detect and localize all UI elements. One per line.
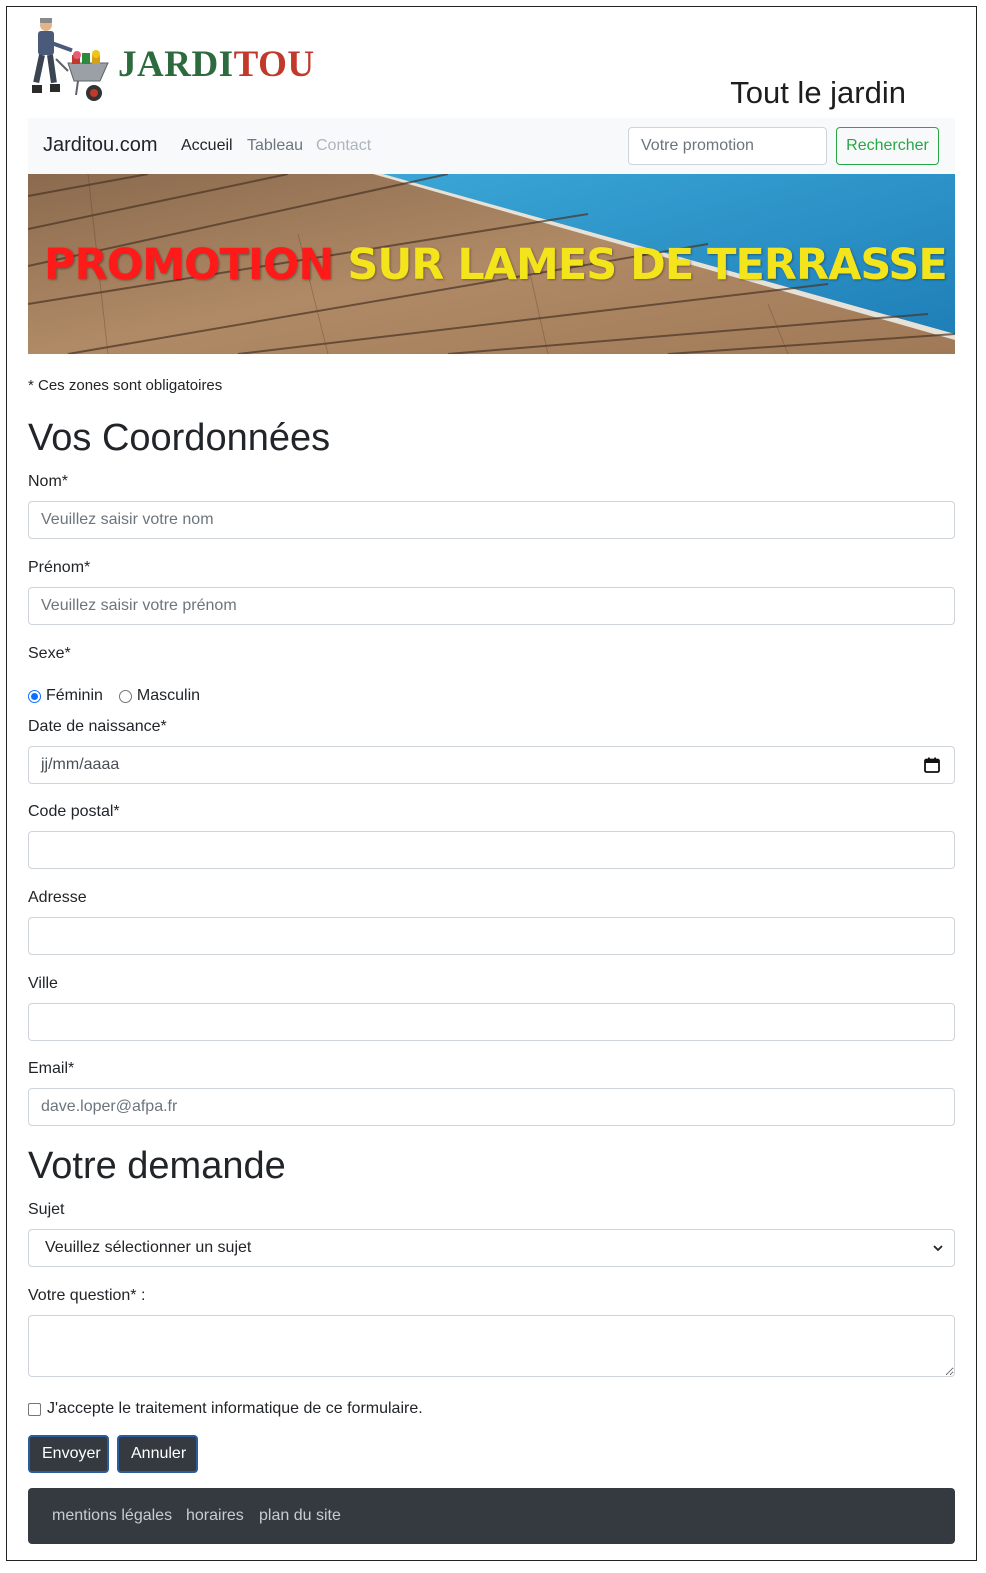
logo-text: JARDITOU	[118, 43, 315, 86]
nom-label: Nom*	[28, 473, 69, 490]
code-postal-label: Code postal*	[28, 803, 120, 820]
ville-label: Ville	[28, 975, 58, 992]
sujet-label: Sujet	[28, 1201, 65, 1218]
section-title-demande: Votre demande	[28, 1145, 286, 1187]
adresse-input[interactable]	[28, 917, 955, 955]
nav-link-accueil[interactable]: Accueil	[181, 137, 233, 155]
date-naissance-label: Date de naissance*	[28, 718, 167, 735]
email-input[interactable]	[28, 1088, 955, 1126]
cancel-button[interactable]: Annuler	[117, 1435, 198, 1473]
sexe-label: Sexe*	[28, 645, 71, 662]
sujet-selected-value: Veuillez sélectionner un sujet	[45, 1239, 252, 1256]
logo-text-green: JARDI	[118, 44, 234, 85]
footer: mentions légales horaires plan du site	[28, 1488, 955, 1544]
ville-input[interactable]	[28, 1003, 955, 1041]
question-label: Votre question* :	[28, 1287, 146, 1304]
nom-input[interactable]	[28, 501, 955, 539]
required-note: * Ces zones sont obligatoires	[28, 377, 223, 394]
date-naissance-input[interactable]: jj/mm/aaaa	[28, 746, 955, 784]
radio-masculin[interactable]	[118, 689, 132, 703]
radio-feminin-label[interactable]: Féminin	[46, 687, 103, 705]
nav-link-tableau[interactable]: Tableau	[247, 137, 303, 155]
question-textarea[interactable]	[28, 1315, 955, 1377]
banner-text-red: PROMOTION	[44, 240, 334, 290]
logo-text-red: TOU	[233, 44, 315, 85]
consent-checkbox[interactable]	[28, 1402, 41, 1416]
submit-button[interactable]: Envoyer	[28, 1435, 109, 1473]
adresse-label: Adresse	[28, 889, 87, 906]
radio-feminin[interactable]	[28, 689, 41, 703]
email-label: Email*	[28, 1060, 75, 1077]
banner-text-yellow: SUR LAMES DE TERRASSE	[347, 240, 947, 290]
consent-label[interactable]: J'accepte le traitement informatique de …	[47, 1400, 423, 1418]
prenom-input[interactable]	[28, 587, 955, 625]
calendar-icon[interactable]	[924, 757, 940, 773]
sujet-select[interactable]: Veuillez sélectionner un sujet	[28, 1229, 955, 1267]
promo-banner: PROMOTION SUR LAMES DE TERRASSE	[28, 174, 955, 354]
search-button[interactable]: Rechercher	[836, 127, 939, 165]
chevron-down-icon	[933, 1245, 943, 1252]
code-postal-input[interactable]	[28, 831, 955, 869]
nav-link-contact: Contact	[316, 137, 372, 154]
logo[interactable]: JARDITOU	[28, 15, 318, 107]
gardener-wheelbarrow-icon	[32, 18, 109, 101]
banner-headline: PROMOTION SUR LAMES DE TERRASSE	[44, 240, 948, 290]
footer-link-horaires[interactable]: horaires	[186, 1507, 244, 1525]
prenom-label: Prénom*	[28, 559, 91, 576]
radio-masculin-label[interactable]: Masculin	[137, 687, 200, 705]
footer-link-mentions[interactable]: mentions légales	[52, 1507, 172, 1525]
date-placeholder: jj/mm/aaaa	[41, 756, 120, 773]
footer-link-plan[interactable]: plan du site	[259, 1507, 341, 1525]
search-input[interactable]	[628, 127, 827, 165]
tagline: Tout le jardin	[730, 75, 906, 110]
sexe-radio-group: Féminin Masculin	[28, 687, 200, 705]
navbar: Jarditou.com Accueil Tableau Contact Rec…	[28, 118, 955, 174]
consent-row: J'accepte le traitement informatique de …	[28, 1400, 423, 1418]
page-frame: JARDITOU Tout le jardin Jarditou.com Acc…	[6, 6, 977, 1561]
navbar-brand[interactable]: Jarditou.com	[43, 134, 158, 157]
section-title-coordonnees: Vos Coordonnées	[28, 417, 331, 459]
